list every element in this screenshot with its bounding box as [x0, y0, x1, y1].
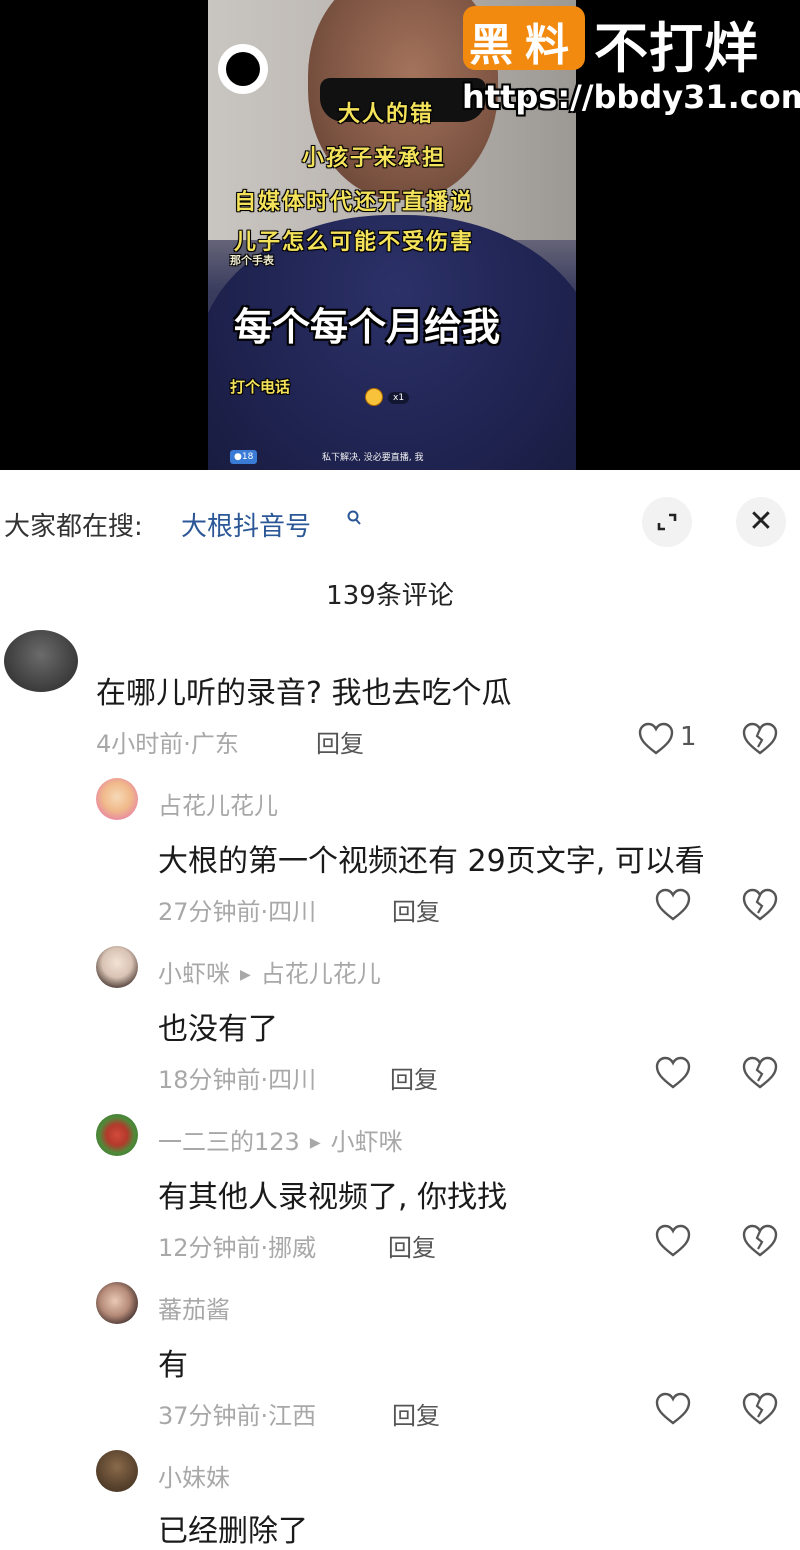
comment-panel	[0, 470, 800, 1535]
comment-text: 有其他人录视频了, 你找找	[158, 1180, 508, 1215]
video-player[interactable]: 大人的错 小孩子来承担 自媒体时代还开直播说 儿子怎么可能不受伤害 那个手表 每…	[0, 0, 800, 470]
watermark-title: 不打烊	[594, 17, 759, 80]
avatar[interactable]	[96, 1282, 138, 1324]
comment-text: 已经删除了	[158, 1514, 308, 1549]
record-indicator-icon	[218, 44, 268, 94]
video-small-caption: 那个手表	[230, 254, 274, 267]
comment-username-text[interactable]: 小虾咪	[158, 960, 230, 988]
reply-to-username[interactable]: 占花儿花儿	[261, 960, 381, 988]
live-comment-text: 私下解决, 没必要直播, 我	[322, 453, 424, 463]
reply-button[interactable]: 回复	[316, 724, 364, 759]
reply-arrow-icon: ▶	[309, 1135, 321, 1151]
dislike-broken-heart-icon[interactable]	[742, 722, 778, 756]
live-tag: ●18	[230, 450, 258, 464]
video-badge: x1	[388, 392, 410, 404]
close-button[interactable]: ✕	[736, 497, 786, 547]
avatar[interactable]	[4, 630, 78, 692]
video-caption-1: 大人的错	[338, 101, 435, 127]
comment-text: 在哪儿听的录音? 我也去吃个瓜	[96, 676, 512, 711]
expand-button[interactable]	[642, 497, 692, 547]
comment-time: 27分钟前·四川	[158, 898, 317, 926]
watermark-logo: 黑 料	[463, 6, 585, 71]
dislike-broken-heart-icon[interactable]	[742, 1056, 778, 1090]
comment-count-title: 139条评论	[326, 581, 454, 611]
comment-time: 18分钟前·四川	[158, 1066, 317, 1094]
trending-search-link[interactable]: 大根抖音号	[181, 506, 311, 543]
dislike-broken-heart-icon[interactable]	[742, 1392, 778, 1426]
comment-username[interactable]: 占花儿花儿	[158, 786, 278, 821]
watermark-url: https://bbdy31.com	[462, 78, 800, 116]
avatar[interactable]	[96, 1450, 138, 1492]
avatar[interactable]	[96, 1114, 138, 1156]
comment-text: 也没有了	[158, 1012, 278, 1047]
video-big-caption: 每个每个月给我	[234, 305, 501, 349]
video-caption-3: 自媒体时代还开直播说	[234, 189, 475, 215]
comment-text: 有	[158, 1348, 188, 1383]
comment-username[interactable]: 小虾咪 ▶ 占花儿花儿	[158, 954, 381, 989]
comment-username[interactable]: 蕃茄酱	[158, 1290, 230, 1325]
video-caption-2: 小孩子来承担	[302, 145, 447, 171]
dislike-broken-heart-icon[interactable]	[742, 1224, 778, 1258]
trending-search-label: 大家都在搜:	[4, 512, 143, 542]
video-sub-caption: 打个电话	[230, 378, 291, 396]
like-count: 1	[680, 722, 697, 752]
watermark-logo-char-1: 黑	[469, 20, 513, 71]
watermark-logo-char-2: 料	[525, 20, 569, 71]
reply-button[interactable]: 回复	[392, 1396, 440, 1431]
comment-time: 37分钟前·江西	[158, 1402, 317, 1430]
reply-button[interactable]: 回复	[388, 1228, 436, 1263]
comment-username-text[interactable]: 一二三的123	[158, 1128, 300, 1156]
like-heart-icon[interactable]	[655, 1224, 691, 1258]
avatar[interactable]	[96, 778, 138, 820]
like-heart-icon[interactable]	[655, 1392, 691, 1426]
comment-username[interactable]: 小妹妹	[158, 1458, 230, 1493]
expand-icon	[657, 513, 677, 531]
laugh-emoji-icon	[365, 388, 383, 406]
like-heart-icon[interactable]	[638, 722, 674, 756]
comment-time: 4小时前·广东	[96, 730, 239, 758]
dislike-broken-heart-icon[interactable]	[742, 888, 778, 922]
reply-button[interactable]: 回复	[390, 1060, 438, 1095]
avatar[interactable]	[96, 946, 138, 988]
comment-text: 大根的第一个视频还有 29页文字, 可以看	[158, 844, 705, 879]
reply-arrow-icon: ▶	[240, 967, 251, 983]
like-heart-icon[interactable]	[655, 1056, 691, 1090]
comment-username[interactable]: 一二三的123 ▶ 小虾咪	[158, 1122, 403, 1157]
search-icon[interactable]	[347, 510, 361, 530]
reply-to-username[interactable]: 小虾咪	[331, 1128, 403, 1156]
comment-time: 12分钟前·挪威	[158, 1234, 317, 1262]
reply-button[interactable]: 回复	[392, 892, 440, 927]
like-heart-icon[interactable]	[655, 888, 691, 922]
